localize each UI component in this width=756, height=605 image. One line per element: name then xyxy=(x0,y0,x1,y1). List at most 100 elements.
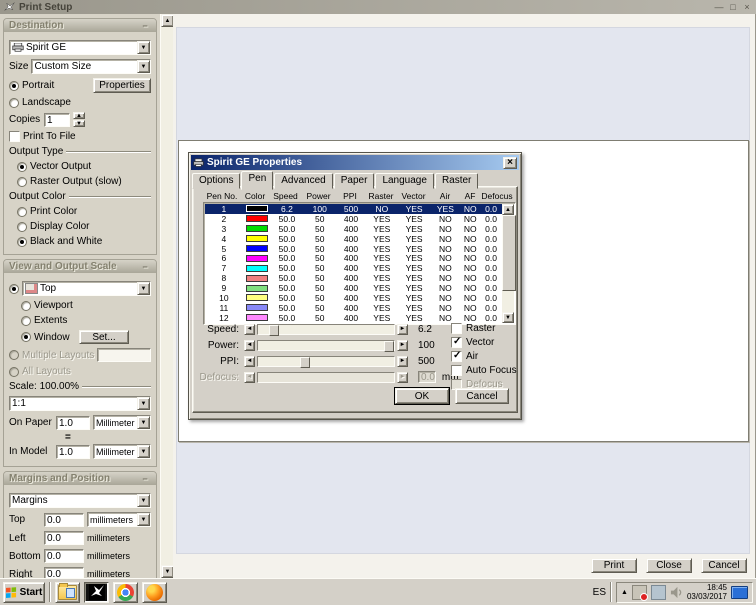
pen-row[interactable]: 2 50.0 50 400 YES YES NO NO 0.0 xyxy=(205,214,502,224)
pen-row[interactable]: 3 50.0 50 400 YES YES NO NO 0.0 xyxy=(205,224,502,234)
scale-select[interactable]: 1:1 xyxy=(9,396,151,411)
language-indicator[interactable]: ES xyxy=(593,587,606,598)
clock[interactable]: 18:45 03/03/2017 xyxy=(687,583,727,601)
scroll-up-icon[interactable] xyxy=(502,204,514,215)
slider-thumb[interactable] xyxy=(384,340,394,352)
copies-up-icon[interactable] xyxy=(73,112,85,119)
margins-mode-select[interactable]: Margins xyxy=(9,493,151,508)
speed-slider[interactable] xyxy=(257,323,395,336)
firefox-launch-button[interactable] xyxy=(142,581,167,603)
air-checkbox[interactable] xyxy=(451,350,462,362)
view-scale-header[interactable]: View and Output Scale xyxy=(4,260,156,273)
slider-left-icon[interactable] xyxy=(244,339,255,351)
black-white-radio[interactable] xyxy=(17,236,27,247)
chevron-down-icon[interactable] xyxy=(137,445,150,458)
show-hidden-icons-icon[interactable]: ▲ xyxy=(621,589,628,596)
ppi-slider[interactable] xyxy=(257,355,395,368)
sidebar-scrollbar[interactable] xyxy=(160,14,174,578)
extents-radio[interactable] xyxy=(21,315,31,326)
tab-advanced[interactable]: Advanced xyxy=(274,173,333,189)
copies-down-icon[interactable] xyxy=(73,120,85,127)
raster-checkbox[interactable] xyxy=(451,323,462,334)
viewport-radio[interactable] xyxy=(21,300,31,311)
slider-right-icon[interactable] xyxy=(397,355,408,367)
pen-row[interactable]: 9 50.0 50 400 YES YES NO NO 0.0 xyxy=(205,283,502,293)
power-slider[interactable] xyxy=(257,339,395,352)
set-button[interactable]: Set... xyxy=(79,330,129,344)
scrollbar-thumb[interactable] xyxy=(502,215,516,291)
print-button[interactable]: Print xyxy=(591,558,637,573)
portrait-radio[interactable] xyxy=(9,80,19,91)
pen-row[interactable]: 5 50.0 50 400 YES YES NO NO 0.0 xyxy=(205,244,502,254)
pen-row[interactable]: 8 50.0 50 400 YES YES NO NO 0.0 xyxy=(205,273,502,283)
slider-left-icon[interactable] xyxy=(244,355,255,367)
tab-paper[interactable]: Paper xyxy=(333,173,375,189)
tab-raster[interactable]: Raster xyxy=(434,173,479,189)
scroll-down-icon[interactable] xyxy=(502,312,514,323)
close-button[interactable]: Close xyxy=(646,558,692,573)
vector-output-radio[interactable] xyxy=(17,161,27,172)
tab-pen[interactable]: Pen xyxy=(241,171,274,190)
pen-table-scrollbar[interactable] xyxy=(502,204,516,323)
dialog-cancel-button[interactable]: Cancel xyxy=(455,388,509,404)
slider-left-icon[interactable] xyxy=(244,323,255,335)
view-select[interactable]: Top xyxy=(22,281,151,296)
on-paper-input[interactable]: 1.0 xyxy=(56,415,90,430)
cad-app-task-button[interactable] xyxy=(84,581,109,603)
ok-button[interactable]: OK xyxy=(395,388,449,404)
close-icon[interactable]: × xyxy=(742,2,752,12)
pen-row[interactable]: 6 50.0 50 400 YES YES NO NO 0.0 xyxy=(205,253,502,263)
margin-right-input[interactable]: 0.0 xyxy=(44,567,84,578)
raster-output-radio[interactable] xyxy=(17,176,27,187)
on-paper-unit-select[interactable]: Millimeter xyxy=(93,415,151,430)
margin-left-input[interactable]: 0.0 xyxy=(44,531,84,545)
slider-thumb[interactable] xyxy=(300,356,310,368)
display-tray-icon[interactable] xyxy=(731,585,748,599)
chevron-down-icon[interactable] xyxy=(137,282,150,295)
printer-select[interactable]: Spirit GE xyxy=(9,40,151,55)
pen-row[interactable]: 1 6.2 100 500 NO YES YES NO 0.0 xyxy=(205,204,502,214)
collapse-icon[interactable] xyxy=(139,262,151,271)
chrome-launch-button[interactable] xyxy=(113,581,138,603)
margins-header[interactable]: Margins and Position xyxy=(4,472,156,485)
chevron-down-icon[interactable] xyxy=(137,41,150,54)
volume-icon[interactable] xyxy=(670,586,683,599)
cancel-button[interactable]: Cancel xyxy=(701,558,747,573)
file-manager-launch-button[interactable] xyxy=(55,581,80,603)
tab-options[interactable]: Options xyxy=(192,173,241,189)
slider-right-icon[interactable] xyxy=(397,339,408,351)
maximize-icon[interactable]: □ xyxy=(728,2,738,12)
tab-language[interactable]: Language xyxy=(375,173,434,189)
copies-input[interactable]: 1 xyxy=(44,112,70,127)
in-model-unit-select[interactable]: Millimeter xyxy=(93,444,151,459)
auto-focus-checkbox[interactable] xyxy=(451,365,462,376)
in-model-input[interactable]: 1.0 xyxy=(56,444,90,459)
margin-unit-select[interactable]: millimeters xyxy=(87,512,151,527)
vector-checkbox[interactable] xyxy=(451,336,462,348)
chevron-down-icon[interactable] xyxy=(137,494,150,507)
view-radio[interactable] xyxy=(9,283,19,294)
tray-printer-icon[interactable] xyxy=(650,584,666,600)
chevron-down-icon[interactable] xyxy=(137,397,150,410)
margin-top-input[interactable]: 0.0 xyxy=(44,512,84,527)
minimize-icon[interactable]: — xyxy=(714,2,724,12)
print-to-file-checkbox[interactable] xyxy=(9,131,20,142)
chevron-down-icon[interactable] xyxy=(137,513,150,526)
destination-header[interactable]: Destination xyxy=(4,19,156,32)
display-color-radio[interactable] xyxy=(17,221,27,232)
print-color-radio[interactable] xyxy=(17,206,27,217)
collapse-icon[interactable] xyxy=(139,21,151,30)
pen-table[interactable]: 1 6.2 100 500 NO YES YES NO 0.0 2 50.0 50 400 YES YES N… xyxy=(203,202,516,325)
margin-bottom-input[interactable]: 0.0 xyxy=(44,549,84,563)
start-button[interactable]: Start xyxy=(3,581,45,603)
chevron-down-icon[interactable] xyxy=(137,416,150,429)
pen-row[interactable]: 7 50.0 50 400 YES YES NO NO 0.0 xyxy=(205,263,502,273)
window-radio[interactable] xyxy=(21,332,31,342)
chevron-down-icon[interactable] xyxy=(137,60,150,73)
slider-right-icon[interactable] xyxy=(397,323,408,335)
tray-app-icon[interactable] xyxy=(631,584,648,601)
size-select[interactable]: Custom Size xyxy=(31,59,151,74)
pen-row[interactable]: 10 50.0 50 400 YES YES NO NO 0.0 xyxy=(205,293,502,303)
collapse-icon[interactable] xyxy=(139,474,151,483)
pen-row[interactable]: 11 50.0 50 400 YES YES NO NO 0.0 xyxy=(205,303,502,313)
